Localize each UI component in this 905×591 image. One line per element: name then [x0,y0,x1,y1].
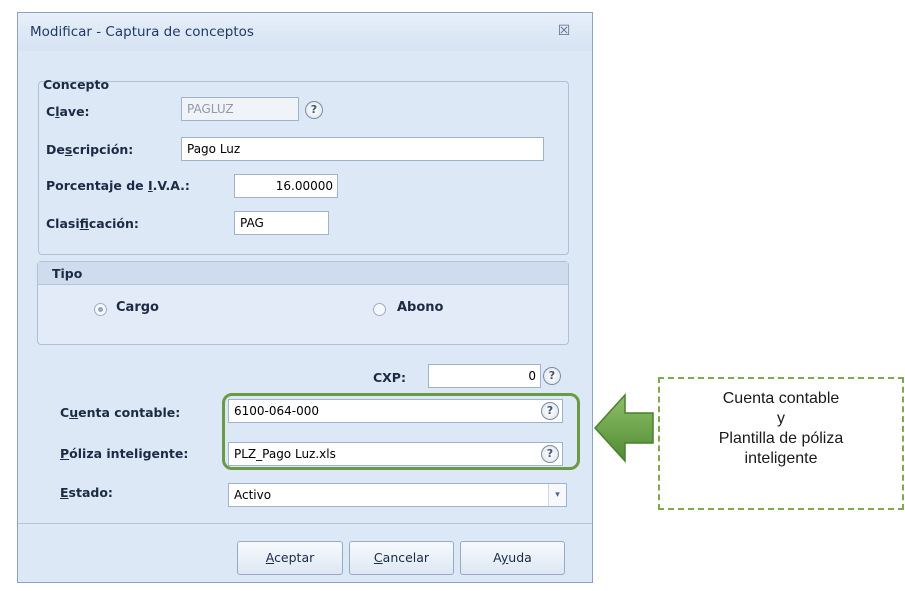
estado-select[interactable]: Activo [228,483,567,507]
cxp-label: CXP: [373,370,406,385]
descripcion-label: Descripción: [46,142,134,157]
aceptar-button[interactable]: Aceptar [237,541,343,575]
annotation-callout: Cuenta contable y Plantilla de póliza in… [658,377,904,510]
abono-radio[interactable] [373,303,386,316]
iva-field[interactable]: 16.00000 [234,174,338,198]
clasificacion-field[interactable]: PAG [234,211,329,235]
ayuda-button[interactable]: Ayuda [460,541,565,575]
descripcion-field[interactable]: Pago Luz [181,137,544,161]
dialog-window: Modificar - Captura de conceptos ☒ Conce… [17,12,593,583]
dialog-title: Modificar - Captura de conceptos [30,24,254,40]
cxp-help-icon[interactable]: ? [543,367,561,385]
cargo-radio[interactable] [94,303,107,316]
concepto-legend: Concepto [43,77,110,92]
cancelar-button[interactable]: Cancelar [349,541,454,575]
callout-line-2: y [777,410,785,427]
clave-help-icon[interactable]: ? [305,101,323,119]
cuenta-contable-label: Cuenta contable: [60,405,181,420]
left-arrow-icon [593,393,654,463]
estado-value: Activo [234,488,272,502]
clave-label: Clave: [46,104,90,119]
callout-line-1: Cuenta contable [722,390,840,407]
clave-field[interactable]: PAGLUZ [181,97,299,121]
callout-line-4: inteligente [744,450,818,467]
highlight-box [222,393,580,470]
tipo-header [38,262,568,285]
cxp-field[interactable]: 0 [428,364,541,388]
clasificacion-label: Clasificación: [46,216,139,231]
footer-separator [18,523,592,524]
tipo-legend: Tipo [52,266,83,281]
close-icon[interactable]: ☒ [555,23,573,39]
cargo-label[interactable]: Cargo [116,300,159,315]
abono-label[interactable]: Abono [397,300,443,315]
estado-label: Estado: [60,485,113,500]
iva-label: Porcentaje de I.V.A.: [46,178,190,193]
title-bar[interactable]: Modificar - Captura de conceptos ☒ [18,13,592,51]
chevron-down-icon[interactable]: ▾ [548,484,566,506]
callout-line-3: Plantilla de póliza [718,430,844,447]
poliza-label: Póliza inteligente: [60,446,189,461]
